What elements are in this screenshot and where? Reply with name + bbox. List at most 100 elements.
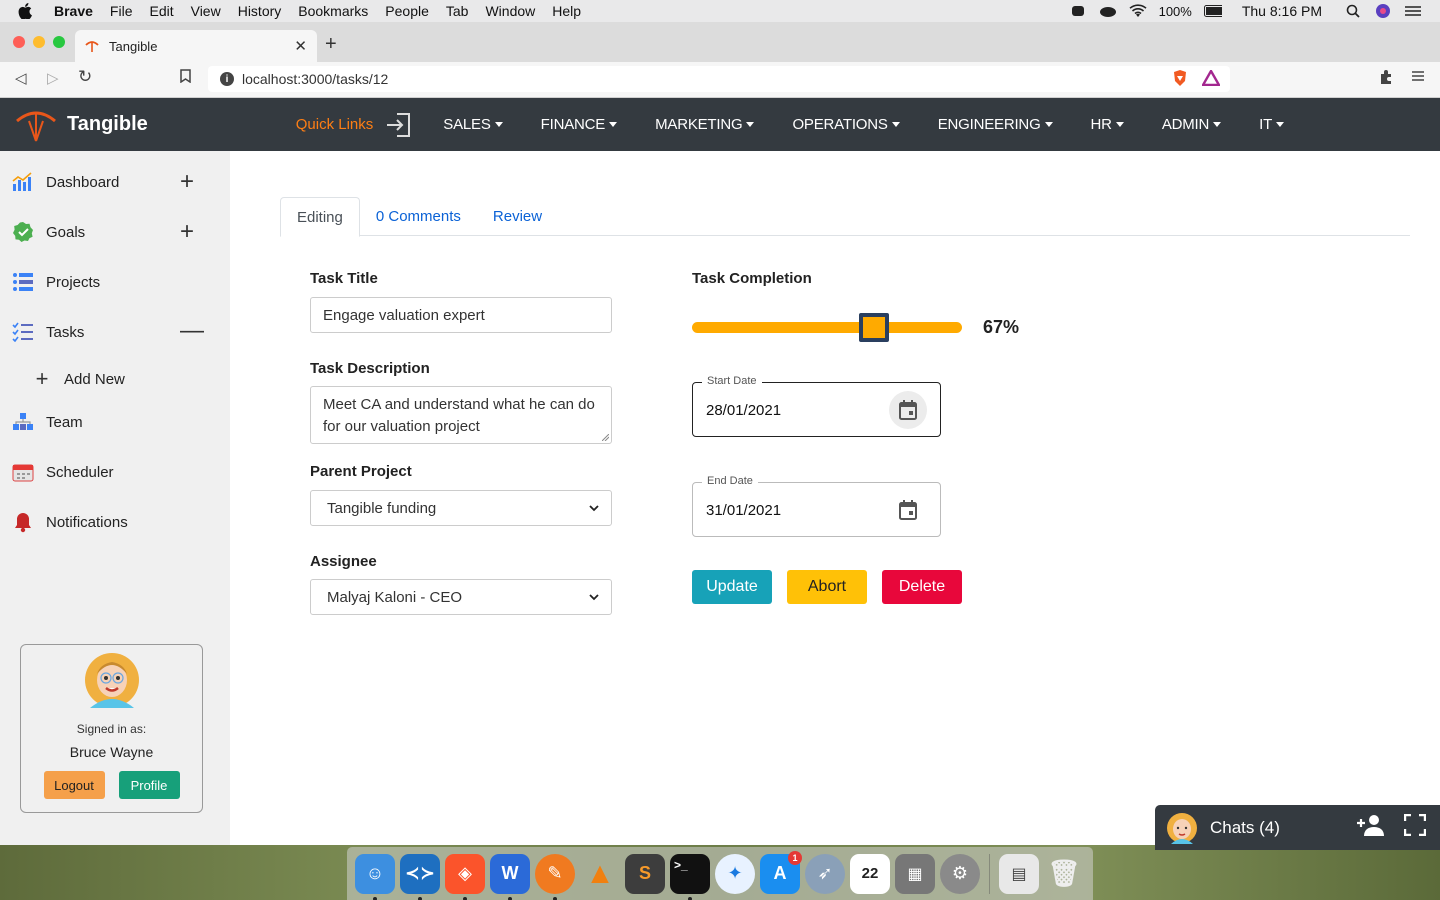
sidebar-item-dashboard[interactable]: Dashboard xyxy=(12,171,119,193)
vlc-icon[interactable]: ▲ xyxy=(580,854,620,894)
task-description-textarea[interactable]: Meet CA and understand what he can do fo… xyxy=(310,386,612,444)
sidebar-item-goals[interactable]: Goals xyxy=(12,221,85,243)
menu-help[interactable]: Help xyxy=(552,3,581,19)
control-center-icon[interactable] xyxy=(1404,4,1422,18)
parent-project-select[interactable]: Tangible funding xyxy=(310,490,612,526)
nav-marketing[interactable]: MARKETING xyxy=(655,116,755,133)
caret-down-icon xyxy=(1213,122,1222,127)
sublime-text-icon[interactable]: S xyxy=(625,853,665,894)
add-goal-icon[interactable]: + xyxy=(180,218,194,246)
resize-handle-icon[interactable] xyxy=(602,434,609,441)
minimize-window-button[interactable] xyxy=(33,36,45,48)
menubar-clock[interactable]: Thu 8:16 PM xyxy=(1242,3,1322,19)
calendar-icon[interactable] xyxy=(889,391,927,429)
task-title-input[interactable]: Engage valuation expert xyxy=(310,297,612,333)
sidebar-item-team[interactable]: Team xyxy=(12,411,83,433)
logout-button[interactable]: Logout xyxy=(43,771,105,799)
menu-history[interactable]: History xyxy=(238,3,282,19)
nav-it[interactable]: IT xyxy=(1259,116,1285,133)
finder-icon[interactable]: ☺ xyxy=(355,853,395,900)
browser-menu-icon[interactable] xyxy=(1412,69,1424,86)
update-button[interactable]: Update xyxy=(692,570,772,604)
menu-file[interactable]: File xyxy=(110,3,133,19)
menu-window[interactable]: Window xyxy=(485,3,535,19)
close-tab-icon[interactable]: ✕ xyxy=(294,37,307,55)
sidebar-item-notifications[interactable]: Notifications xyxy=(12,511,128,533)
nav-hr[interactable]: HR xyxy=(1091,116,1124,133)
elephant-icon[interactable] xyxy=(1069,4,1087,18)
back-icon[interactable]: ◁ xyxy=(15,69,27,87)
nav-admin[interactable]: ADMIN xyxy=(1162,116,1222,133)
tab-editing[interactable]: Editing xyxy=(280,197,360,237)
battery-icon[interactable] xyxy=(1203,4,1222,18)
brave-rewards-icon[interactable] xyxy=(1200,68,1222,89)
address-bar[interactable]: i localhost:3000/tasks/12 xyxy=(208,66,1230,92)
menu-view[interactable]: View xyxy=(191,3,221,19)
forward-icon[interactable]: ▷ xyxy=(47,69,59,87)
app-store-icon[interactable]: A1 xyxy=(760,850,802,894)
reload-icon[interactable]: ↻ xyxy=(78,67,92,87)
site-info-icon[interactable]: i xyxy=(220,72,234,86)
start-date-picker[interactable]: Start Date 28/01/2021 xyxy=(692,375,941,437)
chat-widget[interactable]: Chats (4) xyxy=(1155,805,1440,850)
task-title-value: Engage valuation expert xyxy=(323,306,485,324)
menu-bookmarks[interactable]: Bookmarks xyxy=(298,3,368,19)
calendar-app-icon[interactable]: 22 xyxy=(850,853,890,894)
sidebar-item-tasks[interactable]: Tasks xyxy=(12,321,84,343)
calendar-icon[interactable] xyxy=(889,491,927,529)
assignee-select[interactable]: Malyaj Kaloni - CEO xyxy=(310,579,612,615)
extensions-icon[interactable] xyxy=(1378,69,1394,89)
launchpad-icon[interactable]: ➶ xyxy=(805,853,845,894)
brave-icon[interactable]: ◈ xyxy=(445,853,485,900)
menu-people[interactable]: People xyxy=(385,3,429,19)
bookmark-icon[interactable] xyxy=(180,69,191,87)
apple-icon[interactable] xyxy=(18,3,36,19)
terminal-icon[interactable]: >_ xyxy=(670,853,710,900)
brave-shields-icon[interactable] xyxy=(1172,69,1188,90)
wifi-icon[interactable] xyxy=(1129,4,1147,18)
nav-engineering[interactable]: ENGINEERING xyxy=(938,116,1053,133)
brand-link[interactable]: Tangible xyxy=(15,107,148,143)
fullscreen-icon[interactable] xyxy=(1403,813,1427,841)
siri-icon[interactable] xyxy=(1374,4,1392,18)
tab-review[interactable]: Review xyxy=(477,197,558,236)
collapse-tasks-icon[interactable]: — xyxy=(180,317,204,345)
task-completion-slider-track[interactable] xyxy=(692,322,962,333)
nav-sales[interactable]: SALES xyxy=(443,116,503,133)
add-contact-icon[interactable] xyxy=(1356,813,1386,842)
safari-icon[interactable]: ✦ xyxy=(715,853,755,894)
menu-app-name[interactable]: Brave xyxy=(54,3,93,19)
close-window-button[interactable] xyxy=(13,36,25,48)
profile-button[interactable]: Profile xyxy=(118,771,180,799)
new-tab-button[interactable]: + xyxy=(325,33,337,56)
maximize-window-button[interactable] xyxy=(53,36,65,48)
delete-button[interactable]: Delete xyxy=(882,570,962,604)
vscode-icon[interactable]: ≺≻ xyxy=(400,853,440,900)
calculator-icon[interactable]: ▦ xyxy=(895,853,935,894)
webstorm-icon[interactable]: W xyxy=(490,853,530,900)
nav-finance[interactable]: FINANCE xyxy=(541,116,618,133)
documents-stack-icon[interactable]: ▤ xyxy=(999,853,1039,894)
spotlight-search-icon[interactable] xyxy=(1344,4,1362,18)
trash-icon[interactable]: 🗑 xyxy=(1044,854,1084,894)
menu-tab[interactable]: Tab xyxy=(446,3,469,19)
quick-links[interactable]: Quick Links xyxy=(296,112,414,138)
browser-tab[interactable]: Tangible ✕ xyxy=(75,30,317,62)
caret-down-icon xyxy=(1044,122,1053,127)
tab-comments[interactable]: 0 Comments xyxy=(360,197,477,236)
end-date-picker[interactable]: End Date 31/01/2021 xyxy=(692,475,941,537)
sidebar-item-add-new[interactable]: + Add New xyxy=(34,366,125,391)
nav-operations[interactable]: OPERATIONS xyxy=(792,116,900,133)
cloud-icon[interactable] xyxy=(1099,4,1117,18)
profile-card: Signed in as: Bruce Wayne Logout Profile xyxy=(20,644,203,813)
pencil-app-icon[interactable]: ✎ xyxy=(535,853,575,900)
sidebar-item-scheduler[interactable]: Scheduler xyxy=(12,461,114,483)
sidebar-item-projects[interactable]: Projects xyxy=(12,271,100,293)
abort-button[interactable]: Abort xyxy=(787,570,867,604)
system-preferences-icon[interactable]: ⚙ xyxy=(940,853,980,894)
add-dashboard-icon[interactable]: + xyxy=(180,168,194,196)
tab-title: Tangible xyxy=(109,38,158,54)
task-completion-slider-thumb[interactable] xyxy=(858,313,889,342)
menu-edit[interactable]: Edit xyxy=(149,3,173,19)
user-name: Bruce Wayne xyxy=(69,744,154,760)
